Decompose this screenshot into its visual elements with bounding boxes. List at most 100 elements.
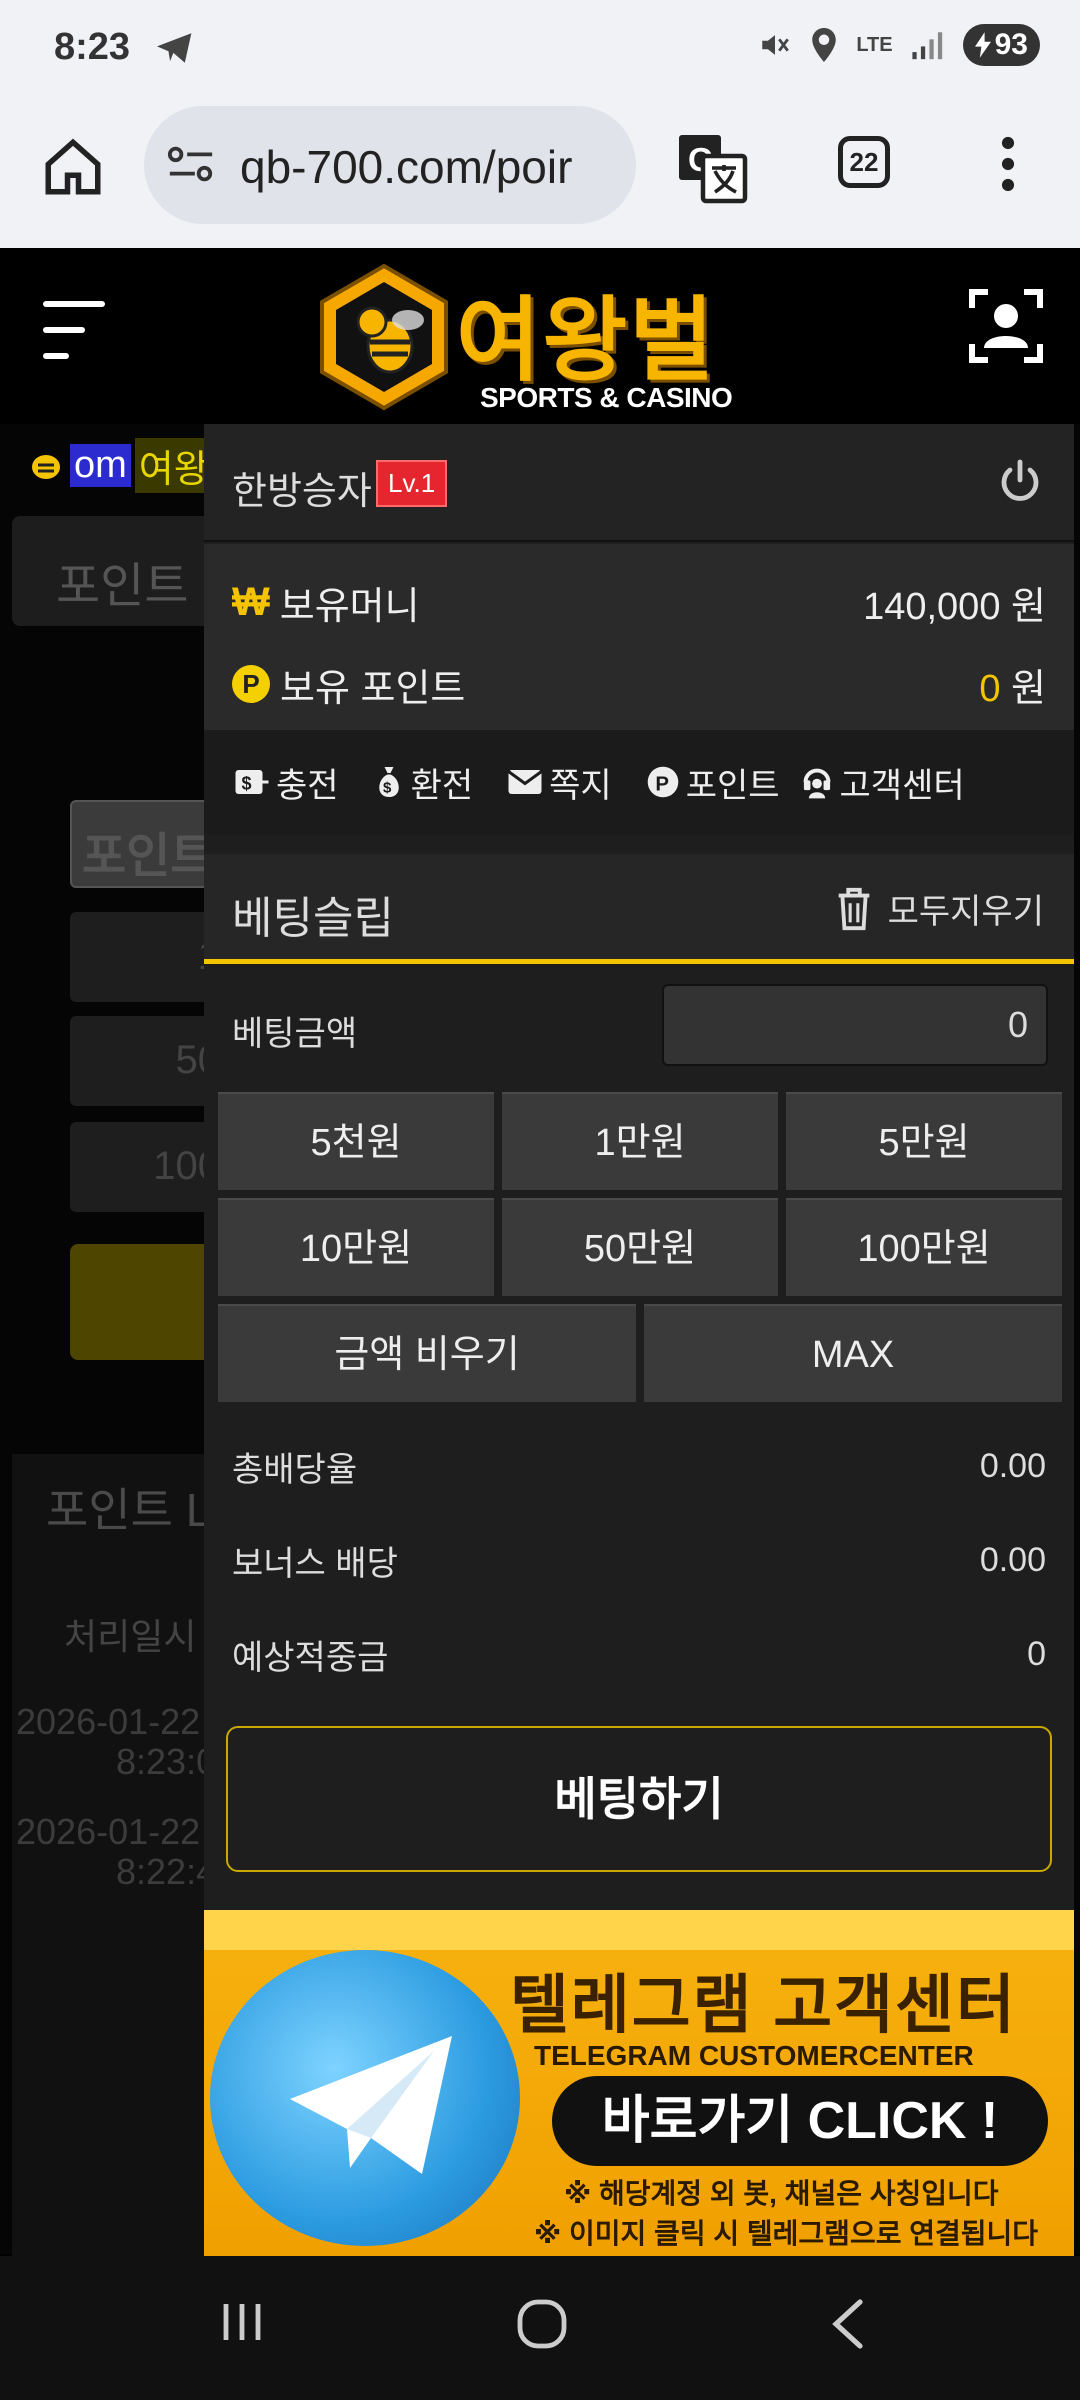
banner-note: ※ 이미지 클릭 시 텔레그램으로 연결됩니다 bbox=[534, 2218, 1039, 2249]
banner-cta: 바로가기 CLICK ! bbox=[552, 2076, 1048, 2166]
charging-icon bbox=[974, 32, 991, 58]
expected-win-line: 예상적중금 0 bbox=[232, 1624, 1046, 1684]
back-button[interactable] bbox=[824, 2296, 872, 2357]
point-amount-button[interactable]: 1 bbox=[70, 912, 220, 1002]
menu-button[interactable] bbox=[38, 296, 110, 369]
network-label: LTE bbox=[856, 33, 893, 56]
clear-amount-button[interactable]: 금액 비우기 bbox=[218, 1304, 636, 1402]
more-menu-button[interactable] bbox=[996, 136, 1020, 197]
svg-text:$: $ bbox=[383, 780, 392, 797]
logout-button[interactable] bbox=[996, 458, 1044, 511]
notice-ticker: om 여왕 bbox=[26, 437, 213, 493]
money-bag-icon: $ bbox=[378, 767, 399, 797]
headset-icon bbox=[803, 768, 830, 799]
quick-nav: $ 충전 $ 환전 쪽지 P 포인트 고객센터 bbox=[204, 730, 1074, 834]
won-icon: ₩ bbox=[232, 579, 270, 624]
place-bet-button[interactable]: 베팅하기 bbox=[226, 1726, 1052, 1872]
nav-message[interactable]: 쪽지 bbox=[473, 758, 612, 807]
point-icon: P bbox=[647, 766, 678, 798]
home-circle-icon bbox=[517, 2299, 567, 2349]
total-odds-value: 0.00 bbox=[979, 1446, 1046, 1485]
site-header: 여왕벌 SPORTS & CASINO bbox=[0, 248, 1080, 424]
home-nav-button[interactable] bbox=[514, 2296, 570, 2357]
betslip-title: 베팅슬립 bbox=[232, 894, 394, 943]
banner-note: ※ 해당계정 외 봇, 채널은 사칭입니다 bbox=[564, 2178, 999, 2209]
clear-all-button[interactable]: 모두지우기 bbox=[834, 884, 1044, 933]
url-text: qb-700.com/poir bbox=[240, 141, 573, 193]
chip-button[interactable]: 100만원 bbox=[786, 1198, 1062, 1296]
betslip-header: 베팅슬립 모두지우기 bbox=[204, 854, 1074, 964]
point-value: 0 bbox=[979, 667, 1001, 710]
site-settings-icon[interactable] bbox=[166, 144, 216, 189]
chip-button[interactable]: 5천원 bbox=[218, 1092, 494, 1190]
chip-button[interactable]: 1만원 bbox=[502, 1092, 778, 1190]
charge-icon: $ bbox=[235, 770, 269, 794]
wallet-box: ₩ 보유머니 140,000 원 P 보유 포인트 0 원 bbox=[204, 544, 1074, 730]
money-value: 140,000 bbox=[863, 585, 1001, 628]
chip-button[interactable]: 5만원 bbox=[786, 1092, 1062, 1190]
status-time: 8:23 bbox=[54, 26, 131, 68]
bonus-label: 보너스 배당 bbox=[232, 1544, 398, 1583]
point-unit: 원 bbox=[1011, 667, 1046, 710]
home-button[interactable] bbox=[40, 134, 106, 200]
nav-exchange[interactable]: $ 환전 bbox=[339, 758, 474, 807]
max-button[interactable]: MAX bbox=[644, 1304, 1062, 1402]
bonus-value: 0.00 bbox=[979, 1540, 1046, 1579]
nav-support[interactable]: 고객센터 bbox=[780, 758, 965, 807]
banner-title: 텔레그램 고객센터 bbox=[510, 1969, 1017, 2041]
bee-logo-icon bbox=[320, 263, 448, 411]
chip-button[interactable]: 50만원 bbox=[502, 1198, 778, 1296]
bee-icon bbox=[32, 455, 60, 479]
expected-label: 예상적중금 bbox=[232, 1638, 389, 1677]
recents-button[interactable] bbox=[216, 2296, 268, 2353]
recents-icon bbox=[223, 2304, 261, 2340]
nav-label: 충전 bbox=[276, 766, 339, 805]
total-odds-line: 총배당율 0.00 bbox=[232, 1436, 1046, 1496]
trash-icon bbox=[838, 887, 869, 930]
point-label: 보유 포인트 bbox=[280, 667, 466, 710]
bet-amount-input[interactable] bbox=[662, 984, 1048, 1066]
telegram-icon bbox=[155, 30, 195, 71]
home-icon bbox=[45, 138, 101, 195]
location-icon bbox=[812, 28, 837, 62]
translate-button[interactable]: G bbox=[676, 132, 748, 209]
battery-level: 93 bbox=[994, 28, 1028, 61]
site-logo[interactable]: 여왕벌 SPORTS & CASINO bbox=[316, 260, 766, 414]
point-amount-button[interactable]: 50 bbox=[70, 1016, 220, 1106]
more-vert-icon bbox=[1001, 136, 1015, 192]
user-frame-icon bbox=[969, 289, 1043, 363]
point-input[interactable]: 포인트 bbox=[70, 800, 220, 888]
point-coin-icon: P bbox=[232, 665, 270, 703]
svg-text:$: $ bbox=[242, 774, 252, 794]
bonus-odds-line: 보너스 배당 0.00 bbox=[232, 1530, 1046, 1590]
signal-icon bbox=[912, 32, 942, 60]
money-label: 보유머니 bbox=[279, 585, 420, 628]
tab-switcher-button[interactable]: 22 bbox=[838, 136, 890, 188]
point-tab[interactable]: 포인트 bbox=[12, 516, 212, 626]
nav-charge[interactable]: $ 충전 bbox=[204, 758, 339, 807]
mail-icon bbox=[507, 770, 543, 794]
status-bar: 8:23 LTE 93 bbox=[0, 0, 1080, 100]
status-icons: LTE 93 bbox=[758, 24, 1040, 66]
point-amount-button[interactable]: 100 bbox=[70, 1122, 220, 1212]
hamburger-icon bbox=[43, 301, 105, 359]
nav-label: 환전 bbox=[410, 766, 474, 805]
point-row: P 보유 포인트 0 원 bbox=[232, 654, 1046, 714]
nav-label: 포인트 bbox=[685, 766, 780, 805]
profile-button[interactable] bbox=[968, 288, 1044, 369]
total-odds-label: 총배당율 bbox=[232, 1450, 358, 1489]
username: 한방승자 bbox=[232, 471, 372, 513]
chip-button[interactable]: 10만원 bbox=[218, 1198, 494, 1296]
nav-point[interactable]: P 포인트 bbox=[612, 758, 780, 807]
nav-label: 쪽지 bbox=[549, 766, 612, 805]
bet-amount-row: 베팅금액 bbox=[232, 984, 1048, 1068]
telegram-banner[interactable]: 텔레그램 고객센터 TELEGRAM CUSTOMERCENTER 바로가기 C… bbox=[204, 1910, 1074, 2256]
mute-icon bbox=[762, 35, 790, 55]
money-unit: 원 bbox=[1011, 585, 1046, 628]
nav-label: 고객센터 bbox=[839, 766, 965, 805]
address-bar[interactable]: qb-700.com/poir bbox=[144, 106, 636, 224]
system-nav-bar bbox=[0, 2256, 1080, 2400]
money-row: ₩ 보유머니 140,000 원 bbox=[232, 572, 1046, 632]
honey-drip-decoration bbox=[204, 1910, 1074, 1950]
point-convert-button[interactable] bbox=[70, 1244, 220, 1360]
